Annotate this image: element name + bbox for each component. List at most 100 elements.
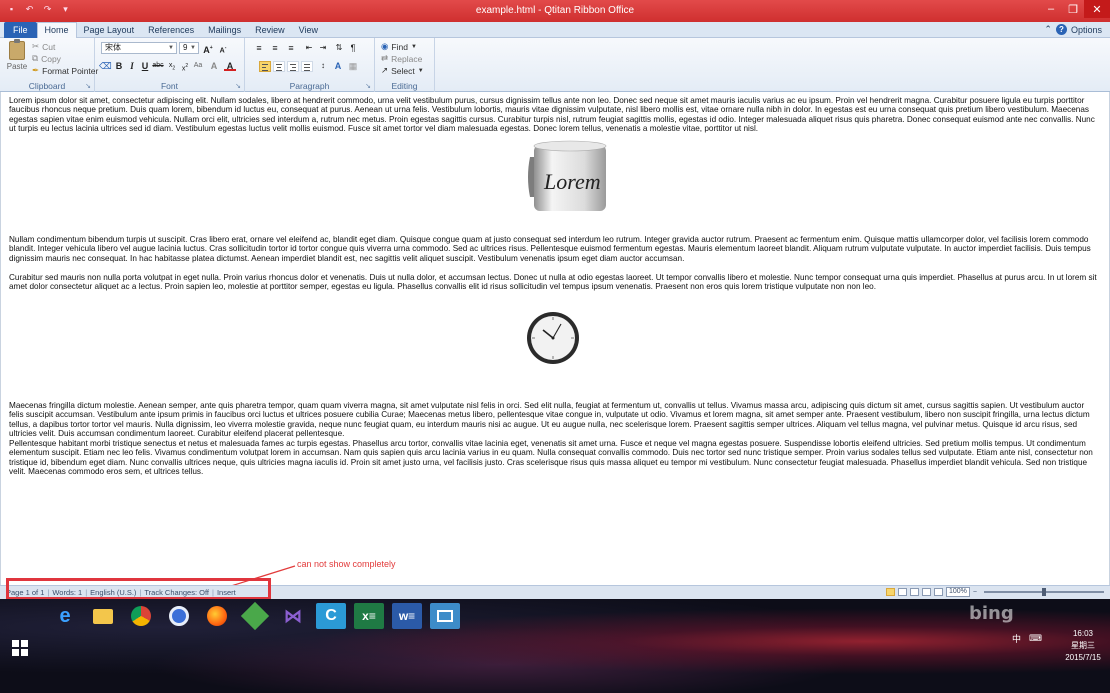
cursor-icon: ↗ xyxy=(381,65,389,75)
grow-font-icon[interactable]: A+ xyxy=(202,42,214,55)
decrease-indent-icon[interactable]: ⇤ xyxy=(303,42,315,54)
browser-icon[interactable] xyxy=(164,603,194,629)
word-icon[interactable]: w≡ xyxy=(392,603,422,629)
select-button[interactable]: ↗ Select ▼ xyxy=(381,65,424,76)
tab-file[interactable]: File xyxy=(4,22,37,38)
highlight-color-icon[interactable]: A xyxy=(208,60,220,72)
excel-icon[interactable]: x≡ xyxy=(354,603,384,629)
shrink-font-icon[interactable]: A- xyxy=(217,42,229,54)
paste-button[interactable]: Paste xyxy=(6,39,28,77)
outline-icon[interactable] xyxy=(922,588,931,596)
qt-creator-icon[interactable]: C xyxy=(316,603,346,629)
chrome-icon[interactable] xyxy=(126,603,156,629)
justify-button[interactable] xyxy=(301,61,313,72)
keyboard-icon[interactable]: ⌨ xyxy=(1029,633,1042,644)
bold-icon[interactable]: B xyxy=(113,60,125,72)
paragraph-5: Pellentesque habitant morbi tristique se… xyxy=(9,439,1093,477)
minimize-button[interactable]: – xyxy=(1040,0,1062,18)
chevron-down-icon: ▼ xyxy=(417,67,424,74)
font-name-combo[interactable]: 宋体 ▼ xyxy=(101,42,177,54)
line-spacing-icon[interactable]: ↕ xyxy=(317,60,329,72)
file-explorer-icon[interactable] xyxy=(88,603,118,629)
draft-icon[interactable] xyxy=(934,588,943,596)
ribbon-collapse-icon[interactable]: ⌃ xyxy=(1044,24,1052,35)
font-group-label: Font xyxy=(160,81,178,91)
format-painter-icon: ✒ xyxy=(32,65,40,75)
mug-image: Lorem xyxy=(528,140,607,211)
title-bar: ▪ ↶ ↷ ▾ example.html - Qtitan Ribbon Off… xyxy=(0,0,1110,22)
annotation-text: can not show completely xyxy=(297,559,396,569)
bullets-icon[interactable]: ≡ xyxy=(253,42,265,54)
show-marks-icon[interactable]: ¶ xyxy=(347,42,359,54)
tab-view[interactable]: View xyxy=(292,22,325,38)
copy-icon: ⧉ xyxy=(32,53,39,63)
italic-icon[interactable]: I xyxy=(126,60,138,72)
clear-format-icon[interactable]: ⌫ xyxy=(99,60,112,72)
paragraph-group-label: Paragraph xyxy=(289,81,330,91)
replace-button[interactable]: ⇄ Replace xyxy=(381,53,422,64)
window-app-icon[interactable] xyxy=(430,603,460,629)
window-title: example.html - Qtitan Ribbon Office xyxy=(475,5,635,16)
windows-start-icon[interactable] xyxy=(12,640,28,656)
system-tray: 中 ⌨ xyxy=(1012,632,1042,645)
maximize-button[interactable]: ❐ xyxy=(1062,0,1084,18)
font-color-icon[interactable]: A xyxy=(224,60,236,71)
find-button[interactable]: ◉ Find ▼ xyxy=(381,41,417,52)
bing-logo: bing xyxy=(969,603,1014,624)
format-painter-button[interactable]: ✒ Format Pointer xyxy=(32,65,98,76)
zoom-slider[interactable] xyxy=(984,588,1104,596)
clipboard-launcher-icon[interactable]: ↘ xyxy=(85,82,91,90)
paragraph-launcher-icon[interactable]: ↘ xyxy=(365,82,371,90)
clipboard-group: Paste ✂ Cut ⧉ Copy ✒ Format Pointer Clip… xyxy=(0,38,98,92)
tab-home[interactable]: Home xyxy=(36,22,77,38)
cut-button[interactable]: ✂ Cut xyxy=(32,41,55,52)
underline-icon[interactable]: U xyxy=(139,60,151,72)
tab-references[interactable]: References xyxy=(141,22,201,38)
subscript-icon[interactable]: x2 xyxy=(166,60,178,72)
paragraph-3: Curabitur sed mauris non nulla porta vol… xyxy=(9,273,1097,292)
app-icon[interactable] xyxy=(240,601,270,631)
align-left-button[interactable] xyxy=(259,61,271,72)
options-area: ⌃ ? Options xyxy=(1044,24,1102,35)
tab-page-layout[interactable]: Page Layout xyxy=(77,22,142,38)
zoom-level[interactable]: 100% xyxy=(946,587,970,597)
options-button[interactable]: Options xyxy=(1071,25,1102,35)
clock-image xyxy=(527,312,579,364)
borders-icon[interactable]: ▦ xyxy=(347,60,359,72)
tray-date: 2015/7/15 xyxy=(1065,653,1101,662)
sort-icon[interactable]: ⇅ xyxy=(333,42,345,54)
help-icon[interactable]: ? xyxy=(1055,24,1067,35)
full-screen-icon[interactable] xyxy=(898,588,907,596)
ie-icon[interactable]: e xyxy=(50,603,80,629)
print-layout-icon[interactable] xyxy=(886,588,895,596)
tray-weekday: 星期三 xyxy=(1071,641,1095,650)
tab-review[interactable]: Review xyxy=(248,22,292,38)
paragraph-4: Maecenas fringilla dictum molestie. Aene… xyxy=(9,401,1090,439)
align-right-button[interactable] xyxy=(287,61,299,72)
tab-mailings[interactable]: Mailings xyxy=(201,22,248,38)
highlight-annotation-box xyxy=(6,578,271,600)
binoculars-icon: ◉ xyxy=(381,41,389,51)
multilevel-list-icon[interactable]: ≡ xyxy=(285,42,297,54)
font-size-combo[interactable]: 9 ▼ xyxy=(179,42,199,54)
shading-icon[interactable]: A xyxy=(332,60,344,72)
paragraph-1: Lorem ipsum dolor sit amet, consectetur … xyxy=(9,96,1095,134)
editing-group: ◉ Find ▼ ⇄ Replace ↗ Select ▼ Editing xyxy=(375,38,435,92)
superscript-icon[interactable]: x2 xyxy=(179,60,191,72)
change-case-icon[interactable]: Aa xyxy=(192,60,204,72)
close-button[interactable]: ✕ xyxy=(1084,0,1110,18)
visual-studio-icon[interactable]: ⋈ xyxy=(278,603,308,629)
web-layout-icon[interactable] xyxy=(910,588,919,596)
numbering-icon[interactable]: ≡ xyxy=(269,42,281,54)
copy-button[interactable]: ⧉ Copy xyxy=(32,53,61,64)
window-controls: – ❐ ✕ xyxy=(1040,0,1110,18)
zoom-out-icon[interactable]: − xyxy=(973,589,977,596)
tray-clock[interactable]: 16:03 星期三 2015/7/15 xyxy=(1060,628,1106,664)
font-launcher-icon[interactable]: ↘ xyxy=(235,82,241,90)
document-area[interactable]: Lorem ipsum dolor sit amet, consectetur … xyxy=(0,92,1110,585)
align-center-button[interactable] xyxy=(273,61,285,72)
strikethrough-icon[interactable]: abc xyxy=(152,60,164,72)
increase-indent-icon[interactable]: ⇥ xyxy=(317,42,329,54)
firefox-icon[interactable] xyxy=(202,603,232,629)
input-method-indicator[interactable]: 中 xyxy=(1012,632,1021,645)
